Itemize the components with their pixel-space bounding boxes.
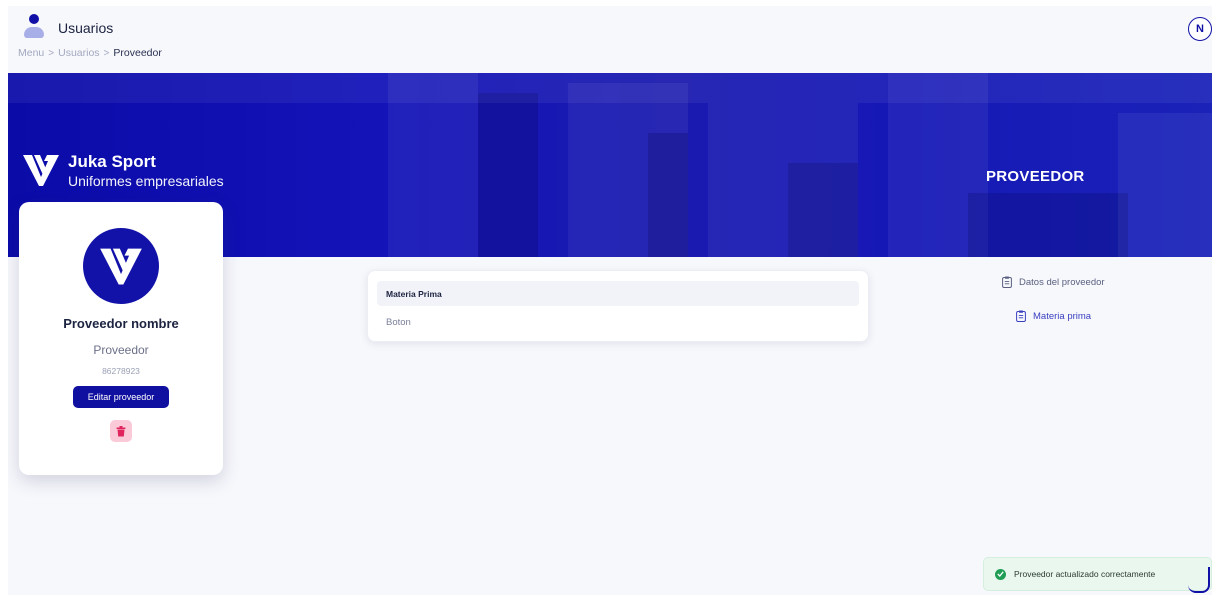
provider-code: 86278923 [102, 366, 140, 376]
brand-subtitle: Uniformes empresariales [68, 173, 224, 189]
breadcrumb-separator: > [103, 47, 110, 59]
provider-name: Proveedor nombre [63, 316, 179, 331]
table-header: Materia Prima [377, 281, 859, 306]
success-toast[interactable]: Proveedor actualizado correctamente [983, 557, 1212, 591]
delete-provider-button[interactable] [110, 420, 132, 442]
juka-logo-icon [23, 155, 59, 186]
page-title: Usuarios [58, 20, 114, 36]
side-link-label: Materia prima [1033, 310, 1092, 322]
breadcrumb-separator: > [48, 47, 55, 59]
clipboard-icon [1016, 310, 1026, 322]
breadcrumb-usuarios[interactable]: Usuarios [58, 47, 99, 59]
check-circle-icon [995, 568, 1006, 580]
user-icon [24, 14, 44, 40]
breadcrumb: Menu > Usuarios > Proveedor [18, 47, 162, 59]
raw-material-table: Materia Prima Boton [367, 270, 869, 342]
side-link-raw-material[interactable]: Materia prima [1016, 310, 1091, 322]
side-link-provider-data[interactable]: Datos del proveedor [1002, 276, 1105, 288]
user-avatar-button[interactable]: N [1188, 17, 1212, 41]
app-window: Usuarios Menu > Usuarios > Proveedor N J… [8, 6, 1212, 595]
top-bar: Usuarios Menu > Usuarios > Proveedor N [8, 6, 1212, 73]
provider-role: Proveedor [93, 343, 149, 357]
brand-name: Juka Sport [68, 152, 156, 171]
side-link-label: Datos del proveedor [1019, 276, 1105, 288]
table-row[interactable]: Boton [386, 317, 411, 328]
breadcrumb-current: Proveedor [113, 47, 162, 59]
breadcrumb-menu[interactable]: Menu [18, 47, 44, 59]
floating-corner-button[interactable] [1188, 567, 1210, 593]
toast-message: Proveedor actualizado correctamente [1014, 569, 1156, 579]
edit-provider-button[interactable]: Editar proveedor [73, 386, 169, 408]
provider-logo [83, 228, 159, 304]
provider-profile-card: Proveedor nombre Proveedor 86278923 Edit… [19, 202, 223, 475]
juka-logo-icon [100, 248, 142, 285]
trash-icon [116, 425, 126, 436]
clipboard-icon [1002, 276, 1012, 288]
section-title: PROVEEDOR [986, 168, 1085, 185]
